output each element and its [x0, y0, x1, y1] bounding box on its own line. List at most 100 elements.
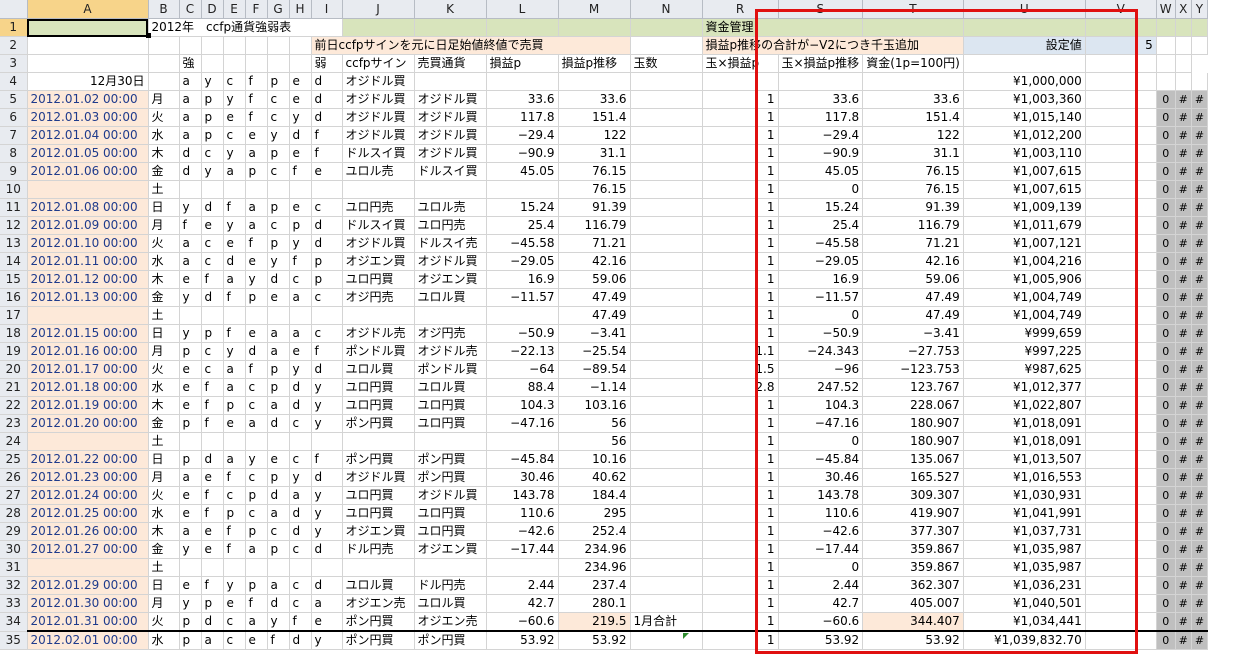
- sign-cell[interactable]: ドルスイ買: [342, 216, 415, 235]
- strength-cell[interactable]: a: [267, 576, 290, 595]
- strength-cell[interactable]: f: [201, 486, 224, 505]
- date-cell[interactable]: 2012.01.29 00:00: [27, 576, 149, 595]
- strength-cell[interactable]: [245, 558, 268, 577]
- header-lot-pnl-cumulative[interactable]: 玉×損益p推移: [778, 54, 864, 73]
- gray-cell[interactable]: #: [1175, 162, 1192, 181]
- pnl-cell[interactable]: 117.8: [486, 108, 559, 127]
- strength-cell[interactable]: e: [289, 342, 312, 361]
- gray-cell[interactable]: #: [1175, 630, 1192, 650]
- sign-cell[interactable]: ドル円売: [342, 540, 415, 559]
- cell[interactable]: [1085, 594, 1157, 613]
- strength-cell[interactable]: p: [179, 630, 202, 650]
- pnl-cumulative-cell[interactable]: 53.92: [558, 630, 631, 650]
- date-cell[interactable]: 2012.01.18 00:00: [27, 378, 149, 397]
- weekday-cell[interactable]: 土: [148, 306, 180, 325]
- strength-cell[interactable]: c: [223, 72, 246, 91]
- gray-cell[interactable]: 0: [1156, 144, 1176, 163]
- pnl-cell[interactable]: −42.6: [486, 522, 559, 541]
- pnl-cumulative-cell[interactable]: 31.1: [558, 144, 631, 163]
- cell[interactable]: [1085, 630, 1157, 650]
- strength-cell[interactable]: y: [289, 468, 312, 487]
- gray-cell[interactable]: #: [1175, 576, 1192, 595]
- sign-cell[interactable]: オジドル買: [342, 126, 415, 145]
- strength-cell[interactable]: y: [223, 144, 246, 163]
- funds-cell[interactable]: ¥1,013,507: [963, 450, 1086, 469]
- row-header[interactable]: 15: [0, 270, 28, 289]
- cell[interactable]: [630, 342, 703, 361]
- strength-cell[interactable]: c: [311, 288, 343, 307]
- pnl-cumulative-cell[interactable]: 71.21: [558, 234, 631, 253]
- gray-cell[interactable]: #: [1191, 270, 1209, 289]
- pnl-cumulative-cell[interactable]: 59.06: [558, 270, 631, 289]
- gray-cell[interactable]: #: [1175, 378, 1192, 397]
- gray-cell[interactable]: #: [1175, 288, 1192, 307]
- gray-cell[interactable]: #: [1191, 198, 1209, 217]
- sign-cell[interactable]: オジドル買: [342, 90, 415, 109]
- gray-cell[interactable]: 0: [1156, 540, 1176, 559]
- strength-cell[interactable]: p: [267, 72, 290, 91]
- trade-pair-cell[interactable]: オジ円売: [414, 324, 487, 343]
- cell[interactable]: [1085, 450, 1157, 469]
- strength-cell[interactable]: e: [289, 72, 312, 91]
- strength-cell[interactable]: c: [267, 522, 290, 541]
- strength-cell[interactable]: y: [179, 540, 202, 559]
- gray-cell[interactable]: 0: [1156, 450, 1176, 469]
- weekday-cell[interactable]: 水: [148, 378, 180, 397]
- strength-cell[interactable]: d: [179, 162, 202, 181]
- date-cell[interactable]: 2012.01.05 00:00: [27, 144, 149, 163]
- header-trade-pair[interactable]: 売買通貨: [414, 54, 487, 73]
- lot-pnl-cell[interactable]: 25.4: [778, 216, 864, 235]
- row-header[interactable]: 24: [0, 432, 28, 451]
- strength-cell[interactable]: a: [245, 198, 268, 217]
- cell[interactable]: [1085, 306, 1157, 325]
- lots-cell[interactable]: 1: [702, 108, 779, 127]
- gray-cell[interactable]: #: [1191, 594, 1209, 613]
- strength-cell[interactable]: [267, 306, 290, 325]
- pnl-cell[interactable]: 33.6: [486, 90, 559, 109]
- date-cell[interactable]: 2012.01.25 00:00: [27, 504, 149, 523]
- lot-pnl-cell[interactable]: −11.57: [778, 288, 864, 307]
- strength-cell[interactable]: c: [245, 468, 268, 487]
- col-header-s[interactable]: S: [778, 0, 864, 19]
- strength-cell[interactable]: d: [311, 360, 343, 379]
- weekday-cell[interactable]: 火: [148, 234, 180, 253]
- trade-pair-cell[interactable]: オジドル買: [414, 252, 487, 271]
- strength-cell[interactable]: d: [311, 576, 343, 595]
- strength-cell[interactable]: a: [201, 630, 224, 650]
- weekday-cell[interactable]: 金: [148, 288, 180, 307]
- cell[interactable]: [1085, 486, 1157, 505]
- cell[interactable]: [1085, 108, 1157, 127]
- lots-cell[interactable]: 1: [702, 414, 779, 433]
- weekday-cell[interactable]: 水: [148, 504, 180, 523]
- gray-cell[interactable]: #: [1175, 594, 1192, 613]
- lot-pnl-cell[interactable]: 0: [778, 180, 864, 199]
- row-header[interactable]: 27: [0, 486, 28, 505]
- setting-value-v2[interactable]: 5: [1084, 36, 1157, 55]
- lot-pnl-cumulative-cell[interactable]: 228.067: [862, 396, 964, 415]
- trade-pair-cell[interactable]: オジドル買: [414, 144, 487, 163]
- gray-cell[interactable]: #: [1191, 468, 1209, 487]
- strength-cell[interactable]: p: [267, 144, 290, 163]
- pnl-cumulative-cell[interactable]: 10.16: [558, 450, 631, 469]
- pnl-cumulative-cell[interactable]: 76.15: [558, 180, 631, 199]
- date-cell[interactable]: 2012.01.10 00:00: [27, 234, 149, 253]
- lot-pnl-cumulative-cell[interactable]: 362.307: [862, 576, 964, 595]
- gray-cell[interactable]: #: [1175, 504, 1192, 523]
- lots-cell[interactable]: 1: [702, 324, 779, 343]
- funds-cell[interactable]: ¥1,040,501: [963, 594, 1086, 613]
- lot-pnl-cumulative-cell[interactable]: 47.49: [862, 306, 964, 325]
- cell[interactable]: [245, 54, 268, 73]
- lots-cell[interactable]: 1: [702, 270, 779, 289]
- sign-cell[interactable]: オジエン買: [342, 252, 415, 271]
- strength-cell[interactable]: f: [289, 612, 312, 632]
- date-cell[interactable]: 2012.01.27 00:00: [27, 540, 149, 559]
- strength-cell[interactable]: p: [311, 252, 343, 271]
- pnl-cumulative-cell[interactable]: 295: [558, 504, 631, 523]
- strength-cell[interactable]: [245, 432, 268, 451]
- col-header-y[interactable]: Y: [1191, 0, 1209, 19]
- strength-cell[interactable]: c: [201, 144, 224, 163]
- strength-cell[interactable]: f: [289, 252, 312, 271]
- lots-cell[interactable]: 1: [702, 576, 779, 595]
- header-lots[interactable]: 玉数: [630, 54, 703, 73]
- trade-pair-cell[interactable]: ユロ円買: [414, 396, 487, 415]
